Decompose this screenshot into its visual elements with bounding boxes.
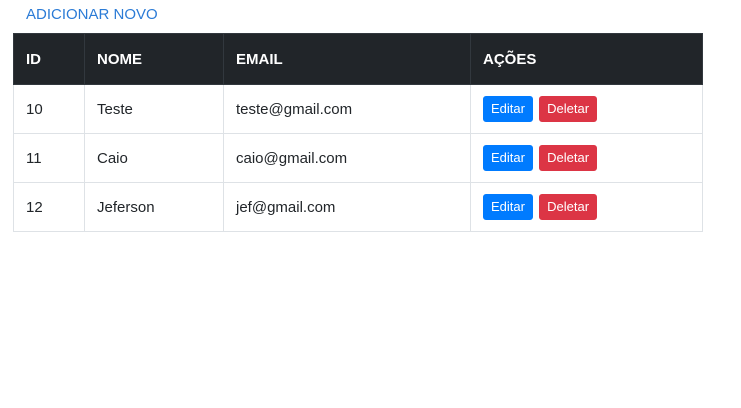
cell-actions: Editar Deletar: [470, 133, 703, 183]
cell-id: 11: [13, 133, 85, 183]
table-row: 12 Jeferson jef@gmail.com Editar Deletar: [13, 182, 703, 232]
cell-nome: Caio: [84, 133, 224, 183]
table-header-row: ID NOME EMAIL AÇÕES: [13, 33, 703, 85]
cell-actions: Editar Deletar: [470, 84, 703, 134]
cell-id: 10: [13, 84, 85, 134]
delete-button[interactable]: Deletar: [539, 145, 598, 171]
table-row: 11 Caio caio@gmail.com Editar Deletar: [13, 133, 703, 183]
cell-email: teste@gmail.com: [223, 84, 471, 134]
header-id: ID: [13, 33, 85, 85]
cell-email: caio@gmail.com: [223, 133, 471, 183]
table-row: 10 Teste teste@gmail.com Editar Deletar: [13, 84, 703, 134]
cell-email: jef@gmail.com: [223, 182, 471, 232]
edit-button[interactable]: Editar: [483, 96, 533, 122]
add-new-link[interactable]: ADICIONAR NOVO: [26, 5, 158, 25]
delete-button[interactable]: Deletar: [539, 194, 598, 220]
users-table: ID NOME EMAIL AÇÕES 10 Teste teste@gmail…: [13, 33, 703, 232]
edit-button[interactable]: Editar: [483, 145, 533, 171]
page: ADICIONAR NOVO ID NOME EMAIL AÇÕES 10 Te…: [0, 0, 741, 408]
header-acoes: AÇÕES: [470, 33, 703, 85]
cell-actions: Editar Deletar: [470, 182, 703, 232]
cell-id: 12: [13, 182, 85, 232]
header-nome: NOME: [84, 33, 224, 85]
edit-button[interactable]: Editar: [483, 194, 533, 220]
delete-button[interactable]: Deletar: [539, 96, 598, 122]
header-email: EMAIL: [223, 33, 471, 85]
cell-nome: Jeferson: [84, 182, 224, 232]
cell-nome: Teste: [84, 84, 224, 134]
